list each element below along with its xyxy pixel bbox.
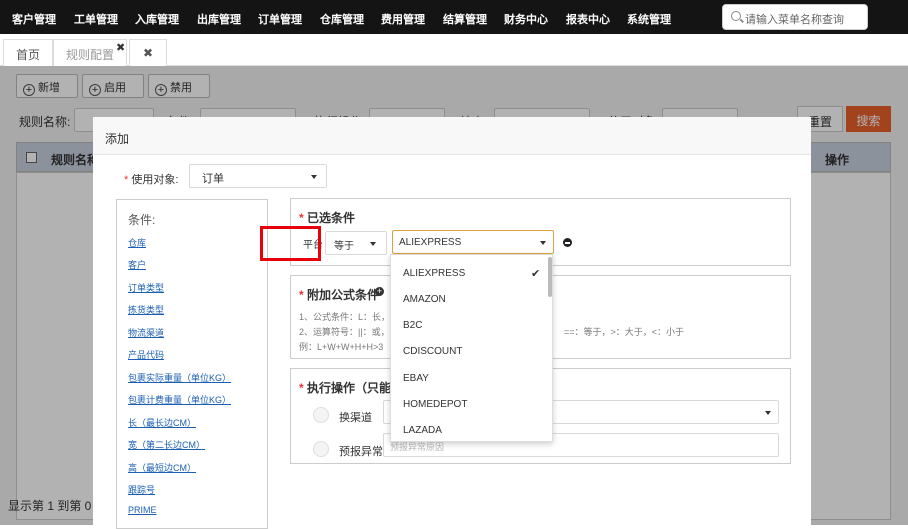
- condition-item[interactable]: 长（最长边CM）: [128, 416, 196, 429]
- condition-item[interactable]: 订单类型: [128, 281, 164, 294]
- nav-item-customer[interactable]: 客户管理: [12, 11, 56, 27]
- check-icon: ✔: [531, 268, 541, 280]
- action-title: * 执行操作（只能选: [299, 381, 404, 395]
- nav-item-settlement[interactable]: 结算管理: [443, 11, 487, 27]
- menu-search-input[interactable]: 请输入菜单名称查询: [722, 4, 868, 30]
- add-rule-modal: 添加 * 使用对象: 订单 条件: 仓库 客户 订单类型 拣货类型 物流渠道 产…: [93, 117, 811, 529]
- close-all-tabs-icon[interactable]: ✖: [129, 39, 167, 66]
- dropdown-option[interactable]: B2C: [391, 312, 551, 338]
- condition-item[interactable]: 拣货类型: [128, 303, 164, 316]
- condition-item[interactable]: 包裹计费重量（单位KG）: [128, 393, 231, 406]
- modal-title: 添加: [105, 132, 130, 146]
- condition-item[interactable]: PRIME: [128, 505, 157, 515]
- menu-search-placeholder: 请输入菜单名称查询: [745, 14, 844, 26]
- search-icon: [731, 11, 741, 21]
- highlight-annotation: [260, 226, 321, 261]
- tab-close-icon[interactable]: ✖: [116, 41, 125, 54]
- top-nav-bar: 客户管理 工单管理 入库管理 出库管理 订单管理 仓库管理 费用管理 结算管理 …: [0, 0, 908, 34]
- nav-item-warehouse[interactable]: 仓库管理: [320, 11, 364, 27]
- condition-item[interactable]: 包裹实际重量（单位KG）: [128, 371, 231, 384]
- nav-item-orders[interactable]: 订单管理: [258, 11, 302, 27]
- dropdown-option[interactable]: CDISCOUNT: [391, 338, 551, 364]
- tab-home[interactable]: 首页: [3, 39, 53, 66]
- condition-item[interactable]: 产品代码: [128, 348, 164, 361]
- dropdown-option[interactable]: HOMEDEPOT: [391, 391, 551, 417]
- dropdown-option[interactable]: LAZADA: [391, 417, 551, 441]
- change-channel-label: 换渠道: [339, 412, 372, 424]
- dropdown-option[interactable]: AMAZON: [391, 286, 551, 312]
- formula-note-1: 1、公式条件：L：长，: [299, 312, 391, 322]
- forecast-exception-label: 预报异常: [339, 446, 383, 458]
- nav-item-fees[interactable]: 费用管理: [381, 11, 425, 27]
- formula-example: 例：L+W+W+H+H>3: [299, 342, 384, 352]
- tab-bar: 首页 规则配置 ✖ ✖: [0, 34, 908, 66]
- platform-value-select[interactable]: ALIEXPRESS: [392, 230, 554, 254]
- nav-item-finance[interactable]: 财务中心: [504, 11, 548, 27]
- dropdown-scrollbar[interactable]: [548, 257, 552, 297]
- formula-note-2b: ==：等于，>：大于，<：小于: [564, 327, 685, 337]
- condition-item[interactable]: 客户: [128, 258, 146, 271]
- condition-item[interactable]: 高（最短边CM）: [128, 461, 196, 474]
- add-formula-icon[interactable]: +: [375, 287, 384, 296]
- condition-item[interactable]: 跟踪号: [128, 483, 155, 496]
- modal-header: 添加: [93, 117, 811, 155]
- chevron-down-icon: [540, 241, 546, 245]
- conditions-title: 条件:: [128, 213, 156, 227]
- platform-dropdown: ALIEXPRESS ✔ AMAZON B2C CDISCOUNT EBAY HO…: [390, 254, 553, 442]
- nav-item-inbound[interactable]: 入库管理: [135, 11, 179, 27]
- chevron-down-icon: [765, 411, 771, 415]
- nav-item-reports[interactable]: 报表中心: [566, 11, 610, 27]
- nav-item-system[interactable]: 系统管理: [627, 11, 671, 27]
- remove-condition-icon[interactable]: [563, 238, 572, 247]
- formula-title: * 附加公式条件: [299, 288, 380, 302]
- chevron-down-icon: [370, 242, 376, 246]
- operator-select[interactable]: 等于: [325, 231, 387, 255]
- dropdown-option-selected[interactable]: ALIEXPRESS ✔: [391, 260, 551, 286]
- forecast-exception-radio[interactable]: [313, 441, 329, 457]
- target-select[interactable]: 订单: [189, 164, 327, 188]
- conditions-list: 条件: 仓库 客户 订单类型 拣货类型 物流渠道 产品代码 包裹实际重量（单位K…: [116, 199, 268, 529]
- condition-item[interactable]: 仓库: [128, 236, 146, 249]
- condition-item[interactable]: 宽（第二长边CM）: [128, 438, 205, 451]
- nav-item-workorder[interactable]: 工单管理: [74, 11, 118, 27]
- dropdown-option[interactable]: EBAY: [391, 365, 551, 391]
- selected-conditions-title: * 已选条件: [299, 211, 356, 225]
- chevron-down-icon: [311, 175, 317, 179]
- formula-note-2: 2、运算符号：||：或，: [299, 327, 390, 337]
- condition-item[interactable]: 物流渠道: [128, 326, 164, 339]
- change-channel-radio[interactable]: [313, 407, 329, 423]
- target-label: * 使用对象:: [124, 174, 179, 186]
- nav-item-outbound[interactable]: 出库管理: [197, 11, 241, 27]
- tab-rule-config[interactable]: 规则配置 ✖: [53, 39, 127, 66]
